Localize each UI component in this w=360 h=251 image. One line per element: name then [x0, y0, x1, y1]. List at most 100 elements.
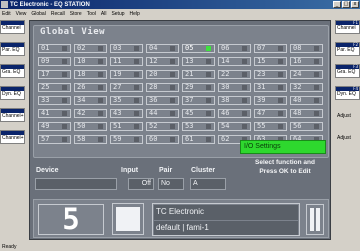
channel-cell[interactable]: 43: [110, 109, 143, 118]
right-slot-dyn-eq[interactable]: F4 Dyn. EQ: [335, 86, 360, 100]
right-slot-adjust-2[interactable]: Adjust: [335, 130, 360, 144]
channel-cell[interactable]: 20: [146, 70, 179, 79]
left-slot-channel-plus-2[interactable]: Channel+: [0, 130, 25, 144]
channel-cell[interactable]: 28: [146, 83, 179, 92]
channel-cell[interactable]: 39: [254, 96, 287, 105]
pair-field[interactable]: No: [158, 178, 184, 190]
channel-number-display: 5: [38, 204, 104, 235]
channel-cell-label: 54: [221, 122, 230, 130]
channel-cell[interactable]: 01: [38, 44, 71, 53]
channel-cell[interactable]: 03: [110, 44, 143, 53]
left-slot-par-eq[interactable]: Par. EQ: [0, 42, 25, 56]
menu-store[interactable]: Store: [70, 11, 82, 17]
channel-led-icon: [170, 111, 175, 116]
channel-cell[interactable]: 51: [110, 122, 143, 131]
right-slot-par-eq[interactable]: F2 Par. EQ: [335, 42, 360, 56]
channel-cell[interactable]: 18: [74, 70, 107, 79]
input-field[interactable]: Off: [128, 178, 154, 190]
channel-cell[interactable]: 31: [254, 83, 287, 92]
channel-cell[interactable]: 02: [74, 44, 107, 53]
maximize-button[interactable]: □: [342, 1, 350, 8]
channel-cell[interactable]: 32: [290, 83, 323, 92]
channel-cell[interactable]: 05: [182, 44, 215, 53]
channel-cell[interactable]: 37: [182, 96, 215, 105]
channel-cell[interactable]: 08: [290, 44, 323, 53]
channel-cell[interactable]: 17: [38, 70, 71, 79]
channel-cell[interactable]: 61: [182, 135, 215, 144]
channel-cell[interactable]: 50: [74, 122, 107, 131]
channel-cell[interactable]: 36: [146, 96, 179, 105]
menu-recall[interactable]: Recall: [51, 11, 65, 17]
channel-cell[interactable]: 09: [38, 57, 71, 66]
channel-cell-label: 04: [149, 44, 158, 52]
device-field[interactable]: [35, 178, 117, 190]
left-slot-dyn-eq[interactable]: Dyn. EQ: [0, 86, 25, 100]
menu-edit[interactable]: Edit: [2, 11, 11, 17]
channel-cell[interactable]: 24: [290, 70, 323, 79]
channel-cell[interactable]: 25: [38, 83, 71, 92]
channel-cell[interactable]: 30: [218, 83, 251, 92]
channel-cell[interactable]: 29: [182, 83, 215, 92]
left-slot-channel-plus-1[interactable]: Channel+: [0, 108, 25, 122]
channel-cell[interactable]: 11: [110, 57, 143, 66]
channel-cell[interactable]: 59: [110, 135, 143, 144]
menu-view[interactable]: View: [16, 11, 27, 17]
channel-cell[interactable]: 26: [74, 83, 107, 92]
channel-cell[interactable]: 22: [218, 70, 251, 79]
channel-cell[interactable]: 14: [218, 57, 251, 66]
preset-info-line-2: default | fami-1: [154, 221, 298, 235]
menu-global[interactable]: Global: [31, 11, 45, 17]
channel-cell[interactable]: 19: [110, 70, 143, 79]
channel-led-icon: [134, 72, 139, 77]
channel-cell[interactable]: 54: [218, 122, 251, 131]
menu-tool[interactable]: Tool: [87, 11, 96, 17]
menu-help[interactable]: Help: [130, 11, 140, 17]
channel-cell[interactable]: 07: [254, 44, 287, 53]
cluster-field[interactable]: A: [190, 178, 226, 190]
channel-cell[interactable]: 23: [254, 70, 287, 79]
channel-cell[interactable]: 41: [38, 109, 71, 118]
channel-cell[interactable]: 10: [74, 57, 107, 66]
channel-cell[interactable]: 55: [254, 122, 287, 131]
channel-cell[interactable]: 34: [74, 96, 107, 105]
channel-cell[interactable]: 48: [290, 109, 323, 118]
channel-cell[interactable]: 46: [218, 109, 251, 118]
right-slot-channel[interactable]: F1 Channel: [335, 20, 360, 34]
channel-cell[interactable]: 57: [38, 135, 71, 144]
channel-cell[interactable]: 40: [290, 96, 323, 105]
channel-cell[interactable]: 53: [182, 122, 215, 131]
channel-cell-label: 25: [41, 83, 50, 91]
channel-cell[interactable]: 27: [110, 83, 143, 92]
channel-cell[interactable]: 52: [146, 122, 179, 131]
menu-setup[interactable]: Setup: [111, 11, 124, 17]
channel-cell[interactable]: 47: [254, 109, 287, 118]
channel-cell[interactable]: 13: [182, 57, 215, 66]
channel-cell[interactable]: 15: [254, 57, 287, 66]
channel-cell[interactable]: 42: [74, 109, 107, 118]
channel-cell[interactable]: 60: [146, 135, 179, 144]
io-settings-selection[interactable]: I/O Settings: [240, 140, 326, 154]
channel-cell-label: 21: [185, 70, 194, 78]
channel-cell[interactable]: 49: [38, 122, 71, 131]
close-button[interactable]: x: [351, 1, 359, 8]
channel-cell[interactable]: 06: [218, 44, 251, 53]
minimize-button[interactable]: _: [333, 1, 341, 8]
channel-cell[interactable]: 56: [290, 122, 323, 131]
channel-cell[interactable]: 35: [110, 96, 143, 105]
right-slot-gra-eq[interactable]: F3 Gra. EQ: [335, 64, 360, 78]
right-slot-adjust-1[interactable]: Adjust: [335, 108, 360, 122]
channel-cell-label: 51: [113, 122, 122, 130]
channel-cell[interactable]: 04: [146, 44, 179, 53]
menu-all[interactable]: All: [101, 11, 107, 17]
channel-cell[interactable]: 58: [74, 135, 107, 144]
channel-cell[interactable]: 44: [146, 109, 179, 118]
left-slot-gra-eq[interactable]: Gra. EQ: [0, 64, 25, 78]
left-slot-channel[interactable]: Channel: [0, 20, 25, 34]
channel-cell[interactable]: 12: [146, 57, 179, 66]
channel-cell[interactable]: 38: [218, 96, 251, 105]
channel-cell-label: 39: [257, 96, 266, 104]
channel-cell[interactable]: 33: [38, 96, 71, 105]
channel-cell[interactable]: 45: [182, 109, 215, 118]
channel-cell[interactable]: 21: [182, 70, 215, 79]
channel-cell[interactable]: 16: [290, 57, 323, 66]
